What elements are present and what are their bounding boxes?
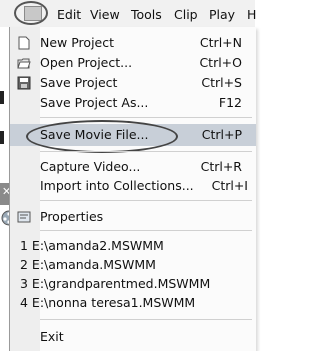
menu-item-shortcut: Ctrl+R — [200, 159, 242, 174]
highlight-oval-save-movie — [26, 120, 178, 153]
menu-item-open-project[interactable]: Open Project... Ctrl+O — [10, 53, 256, 73]
menu-play[interactable]: Play — [209, 7, 235, 22]
highlight-oval-file-menu — [14, 1, 48, 25]
menu-item-save-project[interactable]: Save Project Ctrl+S — [10, 73, 256, 93]
menu-item-label: Save Project As... — [40, 95, 149, 110]
menu-item-label: New Project — [40, 35, 115, 50]
menu-clip[interactable]: Clip — [174, 7, 198, 22]
menu-item-exit[interactable]: Exit — [10, 327, 256, 347]
open-project-icon — [17, 58, 31, 69]
new-project-icon — [18, 36, 30, 50]
save-project-icon — [17, 76, 31, 90]
menu-item-shortcut: Ctrl+O — [199, 55, 242, 70]
menu-item-properties[interactable]: Properties — [10, 207, 256, 227]
menu-separator — [40, 319, 252, 320]
menu-item-save-project-as[interactable]: Save Project As... F12 — [10, 93, 256, 113]
recent-file-label: 4 E:\nonna teresa1.MSWMM — [20, 295, 196, 310]
properties-icon — [17, 211, 31, 223]
menu-bar: Edit View Tools Clip Play H — [0, 0, 256, 28]
recent-file-item[interactable]: 1 E:\amanda2.MSWMM — [10, 236, 256, 256]
menu-item-shortcut: Ctrl+N — [199, 35, 242, 50]
file-dropdown-menu: New Project Ctrl+N Open Project... Ctrl+… — [9, 27, 256, 351]
menu-item-import-collections[interactable]: Import into Collections... Ctrl+I — [10, 176, 256, 196]
menu-tools[interactable]: Tools — [131, 7, 162, 22]
recent-file-item[interactable]: 4 E:\nonna teresa1.MSWMM — [10, 293, 256, 313]
recent-file-item[interactable]: 2 E:\amanda.MSWMM — [10, 255, 256, 275]
menu-item-shortcut: Ctrl+S — [201, 75, 242, 90]
menu-view[interactable]: View — [90, 7, 120, 22]
menu-help-partial[interactable]: H — [247, 7, 256, 22]
menu-edit[interactable]: Edit — [57, 7, 81, 22]
menu-item-label: Exit — [40, 329, 64, 344]
menu-item-new-project[interactable]: New Project Ctrl+N — [10, 33, 256, 53]
menu-separator — [40, 230, 252, 231]
menu-item-label: Import into Collections... — [40, 178, 194, 193]
recent-file-label: 3 E:\grandparentmed.MSWMM — [20, 276, 211, 291]
menu-separator — [40, 117, 252, 118]
recent-file-item[interactable]: 3 E:\grandparentmed.MSWMM — [10, 274, 256, 294]
menu-item-label: Open Project... — [40, 55, 133, 70]
menu-item-capture-video[interactable]: Capture Video... Ctrl+R — [10, 157, 256, 177]
background-mark — [0, 131, 4, 144]
menu-item-label: Save Project — [40, 75, 118, 90]
background-mark — [0, 91, 4, 104]
recent-file-label: 2 E:\amanda.MSWMM — [20, 257, 156, 272]
menu-item-shortcut: Ctrl+P — [201, 127, 242, 142]
menu-item-shortcut: Ctrl+I — [211, 178, 248, 193]
menu-item-shortcut: F12 — [218, 95, 242, 110]
menu-item-label: Capture Video... — [40, 159, 141, 174]
menu-separator — [40, 151, 252, 152]
menu-item-label: Properties — [40, 209, 104, 224]
recent-file-label: 1 E:\amanda2.MSWMM — [20, 238, 164, 253]
menu-separator — [40, 200, 252, 201]
